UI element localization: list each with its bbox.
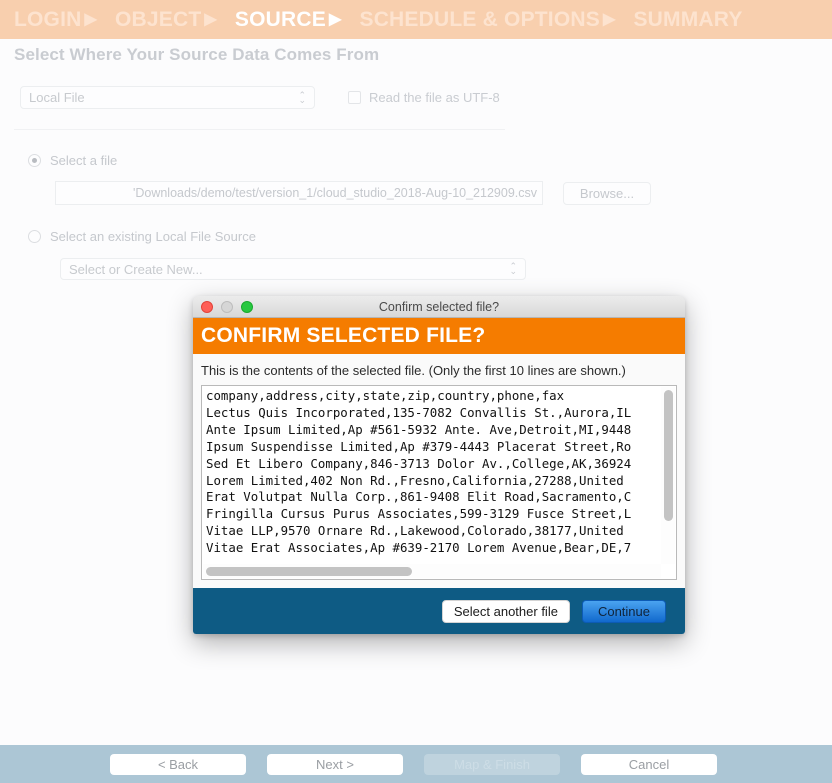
map-and-finish-button: Map & Finish (424, 753, 560, 775)
radio-select-existing-source[interactable]: Select an existing Local File Source (28, 229, 256, 244)
continue-button[interactable]: Continue (581, 599, 666, 623)
utf8-checkbox-row[interactable]: Read the file as UTF-8 (348, 90, 500, 105)
wizard-step-schedule-options-label: SCHEDULE & OPTIONS (359, 7, 600, 31)
existing-source-select[interactable]: Select or Create New... ⌃ ⌄ (60, 258, 526, 280)
cancel-button[interactable]: Cancel (581, 753, 717, 775)
radio-select-a-file-indicator[interactable] (28, 154, 41, 167)
chevron-right-icon: ▶ (84, 10, 98, 28)
wizard-step-source-label: SOURCE (234, 7, 326, 31)
dialog-titlebar[interactable]: Confirm selected file? (193, 296, 685, 318)
dialog-banner-title: CONFIRM SELECTED FILE? (201, 324, 486, 347)
wizard-step-summary[interactable]: SUMMARY (633, 8, 742, 32)
file-preview-pane[interactable]: company,address,city,state,zip,country,p… (201, 385, 677, 580)
file-preview-text: company,address,city,state,zip,country,p… (206, 388, 632, 556)
stepper-down-icon: ⌄ (509, 266, 517, 276)
wizard-step-login-label: LOGIN (14, 7, 82, 31)
source-type-select-value: Local File (29, 90, 85, 105)
stepper-down-icon: ⌄ (298, 94, 306, 105)
dialog-titlebar-text: Confirm selected file? (378, 299, 500, 314)
preview-vertical-scrollbar-thumb[interactable] (664, 390, 673, 521)
chevron-right-icon: ▶ (204, 10, 217, 28)
source-type-row: Local File ⌃ ⌄ Read the file as UTF-8 (20, 86, 500, 109)
radio-select-a-file-label: Select a file (50, 153, 118, 168)
dialog-footer: Select another file Continue (193, 588, 685, 634)
dialog-banner: CONFIRM SELECTED FILE? (193, 318, 685, 354)
wizard-step-object[interactable]: OBJECT ▶ (115, 8, 217, 32)
preview-horizontal-scrollbar-thumb[interactable] (206, 567, 413, 576)
dialog-body: This is the contents of the selected fil… (193, 354, 685, 588)
wizard-step-summary-label: SUMMARY (633, 7, 743, 31)
wizard-step-source[interactable]: SOURCE ▶ (235, 8, 342, 32)
stepper-arrows-icon: ⌃ ⌄ (298, 90, 306, 105)
file-path-input-value: 'Downloads/demo/test/version_1/cloud_stu… (132, 186, 537, 200)
dialog-description: This is the contents of the selected fil… (201, 363, 626, 378)
preview-vertical-scrollbar[interactable] (661, 387, 675, 564)
page-title: Select Where Your Source Data Comes From (14, 45, 380, 64)
next-button[interactable]: Next > (267, 753, 403, 775)
file-path-row: 'Downloads/demo/test/version_1/cloud_stu… (55, 181, 651, 205)
utf8-checkbox[interactable] (348, 91, 361, 104)
wizard-step-login[interactable]: LOGIN ▶ (14, 8, 97, 32)
back-button[interactable]: < Back (110, 753, 246, 775)
radio-select-a-file[interactable]: Select a file (28, 153, 117, 168)
wizard-step-schedule-options[interactable]: SCHEDULE & OPTIONS ▶ (359, 8, 615, 32)
utf8-label: Read the file as UTF-8 (369, 90, 500, 105)
radio-select-existing-source-label: Select an existing Local File Source (50, 229, 256, 244)
wizard-step-object-label: OBJECT (115, 7, 202, 31)
existing-source-select-value: Select or Create New... (69, 261, 203, 277)
preview-horizontal-scrollbar[interactable] (203, 564, 661, 578)
stepper-arrows-icon: ⌃ ⌄ (509, 262, 517, 276)
browse-button[interactable]: Browse... (563, 181, 651, 205)
source-type-select[interactable]: Local File ⌃ ⌄ (20, 86, 315, 109)
chevron-right-icon: ▶ (328, 10, 342, 28)
confirm-selected-file-dialog: Confirm selected file? CONFIRM SELECTED … (193, 296, 685, 634)
select-another-file-button[interactable]: Select another file (441, 599, 570, 623)
wizard-step-bar: LOGIN ▶ OBJECT ▶ SOURCE ▶ SCHEDULE & OPT… (0, 0, 832, 39)
chevron-right-icon: ▶ (602, 10, 616, 28)
wizard-nav-bar: < Back Next > Map & Finish Cancel (0, 745, 832, 783)
section-divider (14, 129, 505, 130)
radio-select-existing-source-indicator[interactable] (28, 230, 41, 243)
file-path-input[interactable]: 'Downloads/demo/test/version_1/cloud_stu… (55, 181, 543, 205)
